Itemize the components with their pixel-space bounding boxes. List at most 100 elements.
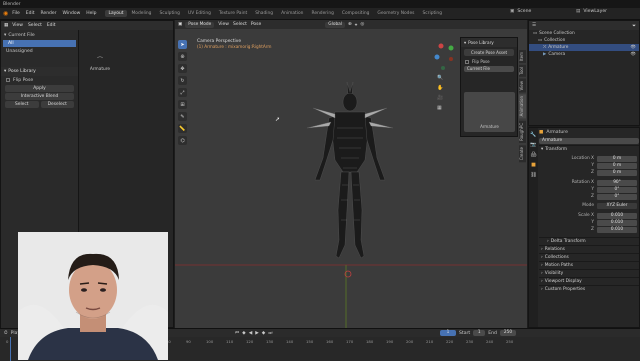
select-bones-button[interactable]: Select: [5, 101, 39, 108]
outliner-scene-collection[interactable]: ▭ Scene Collection: [529, 30, 639, 37]
camera-view-icon[interactable]: 🎥: [437, 95, 443, 101]
menu-render[interactable]: Render: [41, 11, 57, 16]
menu-edit[interactable]: Edit: [26, 11, 35, 16]
transform-tool-icon[interactable]: ⊞: [178, 100, 187, 109]
transform-orientation[interactable]: Global: [325, 21, 346, 28]
tab-uv-editing[interactable]: UV Editing: [184, 10, 215, 17]
section-motion-paths[interactable]: › Motion Paths: [539, 261, 639, 269]
viewport-menu-select[interactable]: Select: [233, 22, 247, 27]
scale-y-field[interactable]: 0.010: [597, 219, 637, 226]
pivot-icon[interactable]: ⊕: [348, 22, 352, 27]
npanel-header[interactable]: ▾ Pose Library: [461, 38, 517, 47]
rotate-tool-icon[interactable]: ↻: [178, 76, 187, 85]
transform-section-header[interactable]: ▾ Transform: [539, 145, 639, 153]
outliner-editor-icon[interactable]: ☰: [532, 23, 536, 28]
rotation-z-field[interactable]: 0°: [597, 193, 637, 200]
tool-tab-icon[interactable]: 🔧: [529, 132, 538, 138]
tab-roughpc[interactable]: RoughPC: [519, 120, 526, 143]
grid-icon[interactable]: ▦: [437, 105, 443, 111]
section-custom-properties[interactable]: › Custom Properties: [539, 285, 639, 293]
viewport-menu-view[interactable]: View: [218, 22, 229, 27]
pose-thumbnail[interactable]: Armature: [464, 92, 515, 132]
asset-tile-armature[interactable]: ⌒ Armature: [85, 55, 115, 72]
tab-view[interactable]: View: [519, 78, 526, 93]
start-frame-field[interactable]: 1: [473, 330, 486, 336]
view3d-icon[interactable]: ▣: [178, 22, 182, 27]
tab-create[interactable]: Create: [519, 144, 526, 162]
object-name-field[interactable]: Armature: [539, 138, 639, 144]
catalog-unassigned[interactable]: Unassigned: [1, 48, 78, 55]
current-frame-field[interactable]: 1: [440, 330, 456, 336]
outliner-collection[interactable]: ▭ Collection: [529, 37, 639, 44]
mode-selector[interactable]: Pose Mode: [185, 21, 215, 28]
output-tab-icon[interactable]: 🖨: [529, 152, 538, 158]
measure-tool-icon[interactable]: 📏: [178, 124, 187, 133]
timeline-editor-icon[interactable]: ⏱: [4, 330, 8, 336]
tab-compositing[interactable]: Compositing: [338, 10, 374, 17]
interactive-blend-button[interactable]: Interactive Blend: [5, 93, 74, 100]
proportional-icon[interactable]: ◎: [360, 22, 364, 27]
tab-item[interactable]: Item: [519, 50, 526, 64]
location-y-field[interactable]: 0 m: [597, 162, 637, 169]
tab-scripting[interactable]: Scripting: [418, 10, 446, 17]
apply-pose-button[interactable]: Apply: [5, 85, 74, 92]
rotation-x-field[interactable]: 90°: [597, 179, 637, 186]
playhead[interactable]: [10, 337, 11, 361]
rotation-mode-select[interactable]: XYZ Euler: [597, 202, 637, 209]
blender-logo-icon[interactable]: ◉: [3, 10, 8, 17]
end-frame-field[interactable]: 250: [499, 330, 516, 336]
tab-animation[interactable]: Animation: [277, 10, 307, 17]
annotate-tool-icon[interactable]: ✎: [178, 112, 187, 121]
jump-start-icon[interactable]: ⏮: [235, 330, 239, 336]
select-tool-icon[interactable]: ➤: [178, 40, 187, 49]
deselect-bones-button[interactable]: Deselect: [40, 101, 74, 108]
flip-pose-checkbox[interactable]: Flip Pose: [1, 76, 78, 84]
editor-type-icon[interactable]: ▦: [4, 23, 8, 28]
zoom-icon[interactable]: 🔍: [437, 75, 443, 81]
tab-texture-paint[interactable]: Texture Paint: [215, 10, 251, 17]
render-tab-icon[interactable]: 📷: [529, 142, 538, 148]
armature-model[interactable]: [295, 80, 405, 285]
menu-file[interactable]: File: [12, 11, 20, 16]
menu-help[interactable]: Help: [86, 11, 96, 16]
viewport-menu-pose[interactable]: Pose: [251, 22, 261, 27]
navigation-gizmo[interactable]: [433, 42, 457, 72]
snap-icon[interactable]: ⌖: [355, 22, 358, 28]
rotation-y-field[interactable]: 0°: [597, 186, 637, 193]
asset-menu-edit[interactable]: Edit: [47, 23, 56, 28]
eye-icon[interactable]: 👁: [631, 52, 636, 57]
menu-window[interactable]: Window: [63, 11, 81, 16]
scale-x-field[interactable]: 0.010: [597, 212, 637, 219]
tab-geometry-nodes[interactable]: Geometry Nodes: [373, 10, 418, 17]
cursor-tool-icon[interactable]: ⊕: [178, 52, 187, 61]
constraint-tab-icon[interactable]: ⛓: [529, 172, 538, 178]
object-tab-icon[interactable]: ■: [529, 162, 538, 168]
npanel-flip-pose[interactable]: Flip Pose: [461, 58, 517, 65]
tab-layout[interactable]: Layout: [104, 10, 128, 17]
section-visibility[interactable]: › Visibility: [539, 269, 639, 277]
pose-tool-icon[interactable]: ⌬: [178, 136, 187, 145]
pose-library-panel-header[interactable]: ▾ Pose Library: [1, 67, 78, 76]
pan-icon[interactable]: ✋: [437, 85, 443, 91]
npanel-library-selector[interactable]: Current File: [464, 66, 514, 72]
jump-end-icon[interactable]: ⏭: [268, 330, 272, 336]
create-pose-asset-button[interactable]: Create Pose Asset: [464, 49, 514, 56]
tab-modeling[interactable]: Modeling: [127, 10, 155, 17]
next-key-icon[interactable]: ◆: [262, 331, 266, 336]
location-x-field[interactable]: 0 m: [597, 155, 637, 162]
tab-tool[interactable]: Tool: [519, 65, 526, 77]
section-viewport-display[interactable]: › Viewport Display: [539, 277, 639, 285]
filter-icon[interactable]: ⏷: [632, 23, 636, 29]
eye-icon[interactable]: 👁: [631, 45, 636, 50]
catalog-all[interactable]: All: [3, 40, 76, 47]
tab-sculpting[interactable]: Sculpting: [155, 10, 184, 17]
section-delta-transform[interactable]: › Delta Transform: [539, 237, 639, 245]
move-tool-icon[interactable]: ✥: [178, 64, 187, 73]
asset-menu-view[interactable]: View: [12, 23, 23, 28]
outliner-armature[interactable]: ⛌ Armature 👁: [529, 44, 639, 51]
play-icon[interactable]: ▶: [255, 331, 259, 336]
section-relations[interactable]: › Relations: [539, 245, 639, 253]
view-layer-selector[interactable]: ▤ ViewLayer: [576, 9, 607, 14]
tab-rendering[interactable]: Rendering: [307, 10, 337, 17]
library-selector[interactable]: ▾ Current File: [1, 31, 78, 39]
